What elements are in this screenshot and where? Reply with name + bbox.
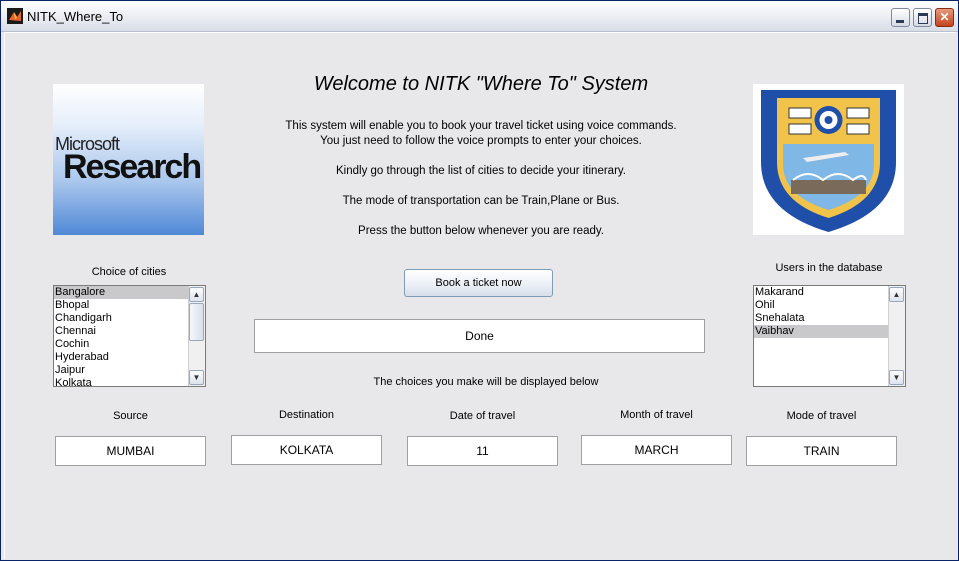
list-item[interactable]: Bhopal — [54, 299, 205, 312]
description-line-3: Kindly go through the list of cities to … — [336, 165, 626, 177]
list-item[interactable]: Jaipur — [54, 364, 205, 377]
cities-scrollbar[interactable]: ▲ ▼ — [188, 286, 205, 386]
maximize-icon — [918, 13, 928, 24]
list-item[interactable]: Hyderabad — [54, 351, 205, 364]
users-label: Users in the database — [775, 262, 883, 274]
list-item[interactable]: Bangalore — [54, 286, 205, 299]
nitk-emblem-logo — [753, 84, 904, 235]
month-field[interactable]: MARCH — [581, 435, 732, 465]
source-field[interactable]: MUMBAI — [55, 436, 206, 466]
description-line-4: The mode of transportation can be Train,… — [342, 195, 620, 207]
destination-field[interactable]: KOLKATA — [231, 435, 382, 465]
cities-label: Choice of cities — [91, 266, 167, 278]
destination-label: Destination — [278, 409, 335, 421]
matlab-icon — [7, 8, 23, 24]
mode-field[interactable]: TRAIN — [746, 436, 897, 466]
cities-listbox[interactable]: Bangalore Bhopal Chandigarh Chennai Coch… — [53, 285, 206, 387]
list-item[interactable]: Ohil — [754, 299, 905, 312]
date-label: Date of travel — [449, 410, 516, 422]
minimize-button[interactable] — [891, 8, 910, 27]
nitk-emblem — [761, 90, 896, 232]
users-scrollbar[interactable]: ▲ ▼ — [888, 286, 905, 386]
window-title: NITK_Where_To — [27, 9, 124, 24]
list-item[interactable]: Makarand — [754, 286, 905, 299]
list-item[interactable]: Chandigarh — [54, 312, 205, 325]
scroll-up-icon[interactable]: ▲ — [889, 287, 904, 302]
status-display: Done — [254, 319, 705, 353]
month-label: Month of travel — [620, 409, 693, 421]
close-button[interactable]: ✕ — [935, 8, 954, 27]
list-item[interactable]: Cochin — [54, 338, 205, 351]
list-item[interactable]: Kolkata — [54, 377, 205, 386]
list-item[interactable]: Vaibhav — [754, 325, 905, 338]
source-label: Source — [113, 410, 148, 422]
description-line-1: This system will enable you to book your… — [285, 120, 677, 132]
users-listbox[interactable]: Makarand Ohil Snehalata Vaibhav ▲ ▼ — [753, 285, 906, 387]
app-window: NITK_Where_To ✕ Welcome to NITK "Where T… — [0, 0, 959, 561]
list-item[interactable]: Chennai — [54, 325, 205, 338]
description-line-2: You just need to follow the voice prompt… — [320, 135, 642, 147]
close-icon: ✕ — [939, 10, 950, 24]
maximize-button[interactable] — [913, 8, 932, 27]
choices-note: The choices you make will be displayed b… — [373, 376, 599, 388]
title-bar[interactable]: NITK_Where_To ✕ — [1, 1, 958, 32]
scroll-down-icon[interactable]: ▼ — [889, 370, 904, 385]
microsoft-research-logo: Microsoft Research — [53, 84, 204, 235]
date-field[interactable]: 11 — [407, 436, 558, 466]
mode-label: Mode of travel — [786, 410, 857, 422]
book-ticket-button[interactable]: Book a ticket now — [404, 269, 553, 297]
description-line-5: Press the button below whenever you are … — [358, 225, 604, 237]
scroll-thumb[interactable] — [189, 303, 204, 341]
minimize-icon — [896, 20, 904, 23]
page-title: Welcome to NITK "Where To" System — [313, 73, 649, 95]
list-item[interactable]: Snehalata — [754, 312, 905, 325]
scroll-up-icon[interactable]: ▲ — [189, 287, 204, 302]
scroll-down-icon[interactable]: ▼ — [189, 370, 204, 385]
